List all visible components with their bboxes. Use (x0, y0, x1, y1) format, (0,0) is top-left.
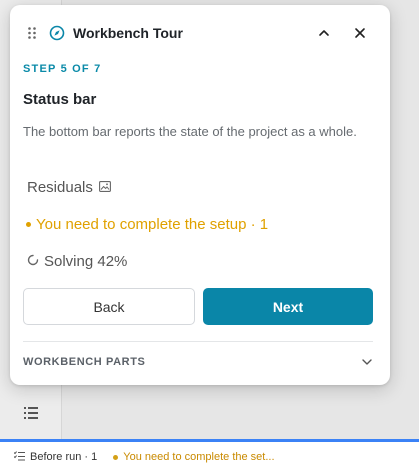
status-before-run-label: Before run · 1 (30, 451, 98, 463)
warning-dot-icon (113, 454, 119, 460)
step-description: The bottom bar reports the state of the … (23, 124, 357, 139)
app-window: Before run · 1 You need to complete the … (0, 0, 419, 472)
demo-warning-label: You need to complete the setup · 1 (36, 216, 269, 233)
warning-dot-icon (26, 222, 31, 227)
workbench-parts-toggle[interactable]: WORKBENCH PARTS (23, 351, 373, 373)
status-warning-label: You need to complete the set... (123, 451, 275, 463)
divider (23, 341, 373, 342)
demo-solving-label: Solving 42% (44, 253, 128, 270)
image-icon (98, 179, 111, 196)
status-bar: Before run · 1 You need to complete the … (0, 442, 419, 472)
checklist-icon (13, 450, 25, 464)
spinner-icon (27, 253, 39, 270)
workbench-parts-label: WORKBENCH PARTS (23, 356, 146, 368)
demo-warning: You need to complete the setup · 1 (26, 216, 268, 233)
chevron-up-icon[interactable] (314, 23, 334, 43)
drag-handle-icon[interactable] (25, 25, 39, 41)
demo-residuals: Residuals (27, 179, 111, 196)
list-icon[interactable] (22, 404, 40, 422)
tour-title: Workbench Tour (73, 25, 183, 41)
compass-icon (49, 25, 65, 41)
step-title: Status bar (23, 91, 97, 108)
status-warning[interactable]: You need to complete the set... (113, 451, 275, 463)
back-button[interactable]: Back (23, 288, 195, 325)
tour-popover: Workbench Tour STEP 5 OF 7 Status bar Th… (10, 5, 390, 385)
close-icon[interactable] (350, 23, 370, 43)
chevron-down-icon (361, 353, 373, 371)
demo-residuals-label: Residuals (27, 179, 93, 196)
status-before-run[interactable]: Before run · 1 (13, 450, 98, 464)
next-button[interactable]: Next (203, 288, 373, 325)
step-counter: STEP 5 OF 7 (23, 63, 102, 75)
demo-solving: Solving 42% (27, 253, 127, 270)
